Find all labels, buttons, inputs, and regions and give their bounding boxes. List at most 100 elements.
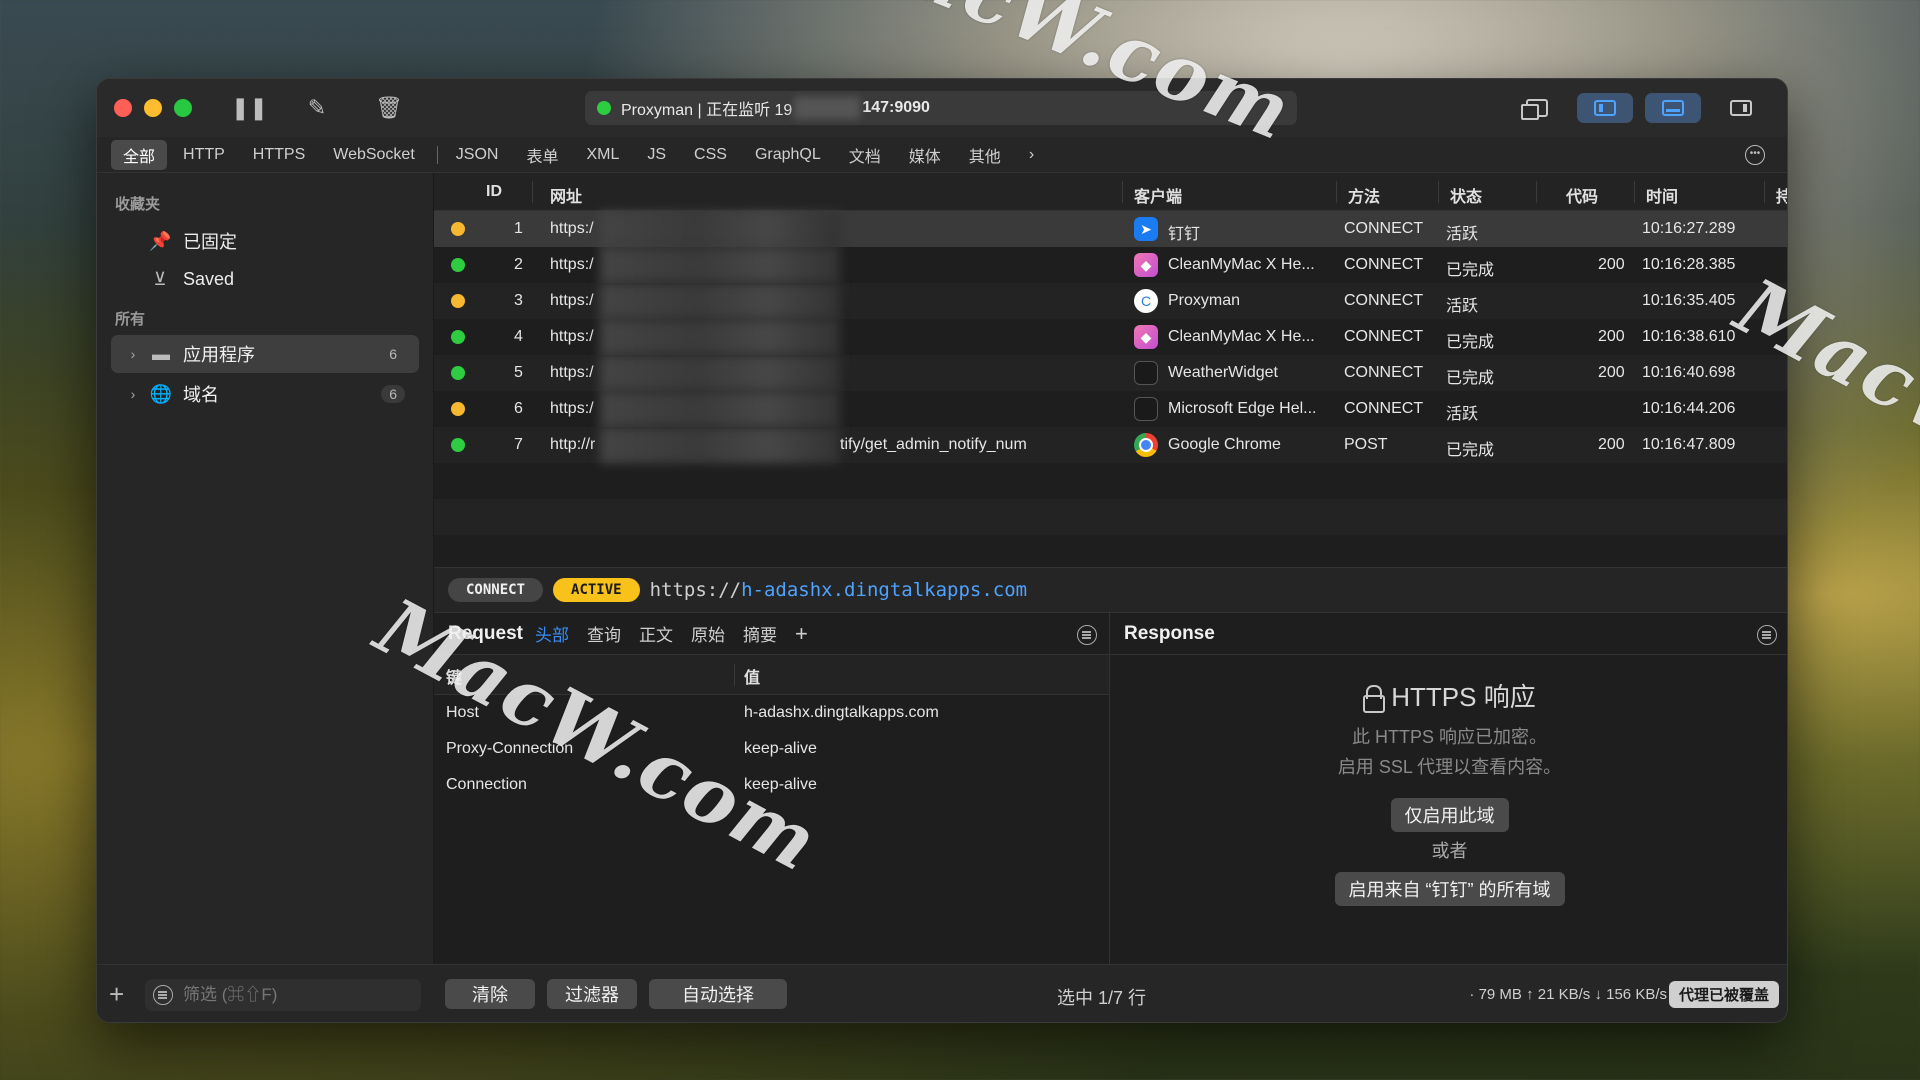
sidebar-item-saved[interactable]: ⊻ Saved: [97, 260, 433, 298]
request-table: ID 网址 客户端 方法 状态 代码 时间 持 1 https:/ ➤ 钉钉 C…: [434, 173, 1787, 567]
filter-tab-all[interactable]: 全部: [111, 139, 168, 170]
table-row[interactable]: 4 https:/ ◆ CleanMyMac X He... CONNECT 已…: [434, 319, 1787, 355]
filter-tab-graphql[interactable]: GraphQL: [743, 143, 833, 167]
table-row[interactable]: 6 https:/ Microsoft Edge Hel... CONNECT …: [434, 391, 1787, 427]
column-header-status[interactable]: 状态: [1450, 183, 1482, 207]
enable-all-domains-button[interactable]: 启用来自 “钉钉” 的所有域: [1334, 872, 1565, 906]
tab-query[interactable]: 查询: [587, 621, 621, 646]
toggle-left-pane-button[interactable]: [1577, 93, 1633, 123]
row-code: 200: [1598, 364, 1625, 381]
redacted-url: [600, 427, 840, 463]
close-window-button[interactable]: [114, 99, 132, 117]
trash-icon[interactable]: 🗑: [375, 95, 403, 123]
filter-tab-media[interactable]: 媒体: [897, 140, 953, 170]
table-row[interactable]: 1 https:/ ➤ 钉钉 CONNECT 活跃 10:16:27.289: [434, 211, 1787, 247]
search-input[interactable]: [183, 985, 403, 1005]
row-method: CONNECT: [1344, 328, 1424, 345]
redacted-ip: [794, 97, 861, 119]
add-icon[interactable]: +: [109, 979, 124, 1010]
table-row[interactable]: 5 https:/ WeatherWidget CONNECT 已完成 200 …: [434, 355, 1787, 391]
tray-icon: ⊻: [153, 268, 167, 289]
column-header-url[interactable]: 网址: [550, 183, 582, 207]
weatherwidget-app-icon: [1134, 361, 1158, 385]
selection-info: 选中 1/7 行: [1057, 988, 1147, 1008]
bottom-bar: + 清除 过滤器 自动选择 选中 1/7 行 · 79 MB ↑ 21 KB/s…: [97, 964, 1787, 1022]
add-tab-button[interactable]: +: [795, 621, 808, 647]
sidebar-item-domains[interactable]: › 🌐 域名 6: [111, 375, 419, 413]
sidebar-right-icon: [1730, 100, 1752, 116]
clear-button[interactable]: 清除: [445, 979, 535, 1009]
zoom-window-button[interactable]: [174, 99, 192, 117]
filter-tab-css[interactable]: CSS: [682, 143, 739, 167]
filter-tab-xml[interactable]: XML: [574, 143, 631, 167]
header-row[interactable]: Connection keep-alive: [434, 767, 1109, 803]
windows-icon: [1521, 99, 1548, 120]
lock-icon: [1363, 684, 1386, 713]
header-row[interactable]: Host h-adashx.dingtalkapps.com: [434, 695, 1109, 731]
content-filter-bar: 全部 HTTP HTTPS WebSocket JSON 表单 XML JS C…: [97, 137, 1787, 173]
tab-raw[interactable]: 原始: [691, 621, 725, 646]
column-header-code[interactable]: 代码: [1566, 183, 1598, 207]
enable-this-domain-button[interactable]: 仅启用此域: [1390, 798, 1509, 832]
filter-tab-form[interactable]: 表单: [514, 140, 570, 170]
filter-tab-other[interactable]: 其他: [957, 140, 1013, 170]
filter-tab-json[interactable]: JSON: [444, 143, 511, 167]
row-id: 3: [514, 292, 523, 309]
row-code: 200: [1598, 328, 1625, 345]
filter-search[interactable]: [145, 979, 421, 1011]
filter-tab-https[interactable]: HTTPS: [241, 143, 317, 167]
filter-tab-websocket[interactable]: WebSocket: [321, 143, 427, 167]
traffic-stats: · 79 MB ↑ 21 KB/s ↓ 156 KB/s: [1469, 986, 1667, 1003]
tab-body[interactable]: 正文: [639, 621, 673, 646]
filter-icon: [153, 985, 173, 1005]
more-options-icon[interactable]: •••: [1745, 145, 1765, 165]
address-suffix: 147:9090: [862, 99, 930, 116]
row-url: https:/: [550, 256, 594, 273]
filter-tab-http[interactable]: HTTP: [171, 143, 237, 167]
request-url[interactable]: https://h-adashx.dingtalkapps.com: [650, 579, 1028, 601]
redacted-url: [600, 319, 840, 355]
table-row[interactable]: 3 https:/ C Proxyman CONNECT 活跃 10:16:35…: [434, 283, 1787, 319]
table-row[interactable]: 2 https:/ ◆ CleanMyMac X He... CONNECT 已…: [434, 247, 1787, 283]
proxy-overridden-badge[interactable]: 代理已被覆盖: [1668, 981, 1779, 1008]
filter-options-icon[interactable]: [1757, 625, 1777, 645]
minimize-window-button[interactable]: [144, 99, 162, 117]
column-header-client[interactable]: 客户端: [1134, 183, 1182, 207]
tab-headers[interactable]: 头部: [535, 621, 569, 646]
pause-icon[interactable]: ❚❚: [231, 95, 268, 123]
table-row[interactable]: 7 http://r tify/get_admin_notify_num Goo…: [434, 427, 1787, 463]
filter-tab-js[interactable]: JS: [635, 143, 678, 167]
chevron-right-icon[interactable]: ›: [121, 386, 145, 402]
column-header-time[interactable]: 时间: [1646, 183, 1678, 207]
column-header-method[interactable]: 方法: [1348, 183, 1380, 207]
row-status: 已完成: [1446, 370, 1495, 387]
chevron-right-icon[interactable]: ›: [1017, 143, 1046, 167]
redacted-url: [600, 283, 840, 319]
toggle-bottom-pane-button[interactable]: [1645, 93, 1701, 123]
filter-options-icon[interactable]: [1077, 625, 1097, 645]
address-bar[interactable]: Proxyman | 正在监听 19 147:9090: [585, 91, 1297, 125]
sidebar-left-icon: [1594, 100, 1616, 116]
header-row[interactable]: Proxy-Connection keep-alive: [434, 731, 1109, 767]
toggle-right-pane-button[interactable]: [1713, 93, 1769, 123]
row-status: 已完成: [1446, 262, 1495, 279]
tab-summary[interactable]: 摘要: [743, 621, 777, 646]
filter-tab-document[interactable]: 文档: [837, 140, 893, 170]
row-time: 10:16:40.698: [1642, 364, 1736, 381]
sidebar-item-pinned[interactable]: 📌 已固定: [97, 222, 433, 260]
row-status: 已完成: [1446, 334, 1495, 351]
column-header-extra[interactable]: 持: [1776, 183, 1787, 207]
column-header-id[interactable]: ID: [486, 183, 502, 201]
auto-select-button[interactable]: 自动选择: [649, 979, 787, 1009]
sidebar-item-apps[interactable]: › ▬ 应用程序 6: [111, 335, 419, 373]
multi-window-button[interactable]: [1509, 93, 1565, 123]
status-dot: [451, 222, 465, 236]
proxyman-app-icon: C: [1134, 289, 1158, 313]
filter-button[interactable]: 过滤器: [547, 979, 637, 1009]
cleanmymac-app-icon: ◆: [1134, 325, 1158, 349]
compose-icon[interactable]: ✎: [303, 95, 331, 123]
chevron-right-icon[interactable]: ›: [121, 346, 145, 362]
column-separator: [1438, 181, 1439, 203]
sidebar-item-label: 域名: [183, 385, 219, 405]
row-method: CONNECT: [1344, 256, 1424, 273]
